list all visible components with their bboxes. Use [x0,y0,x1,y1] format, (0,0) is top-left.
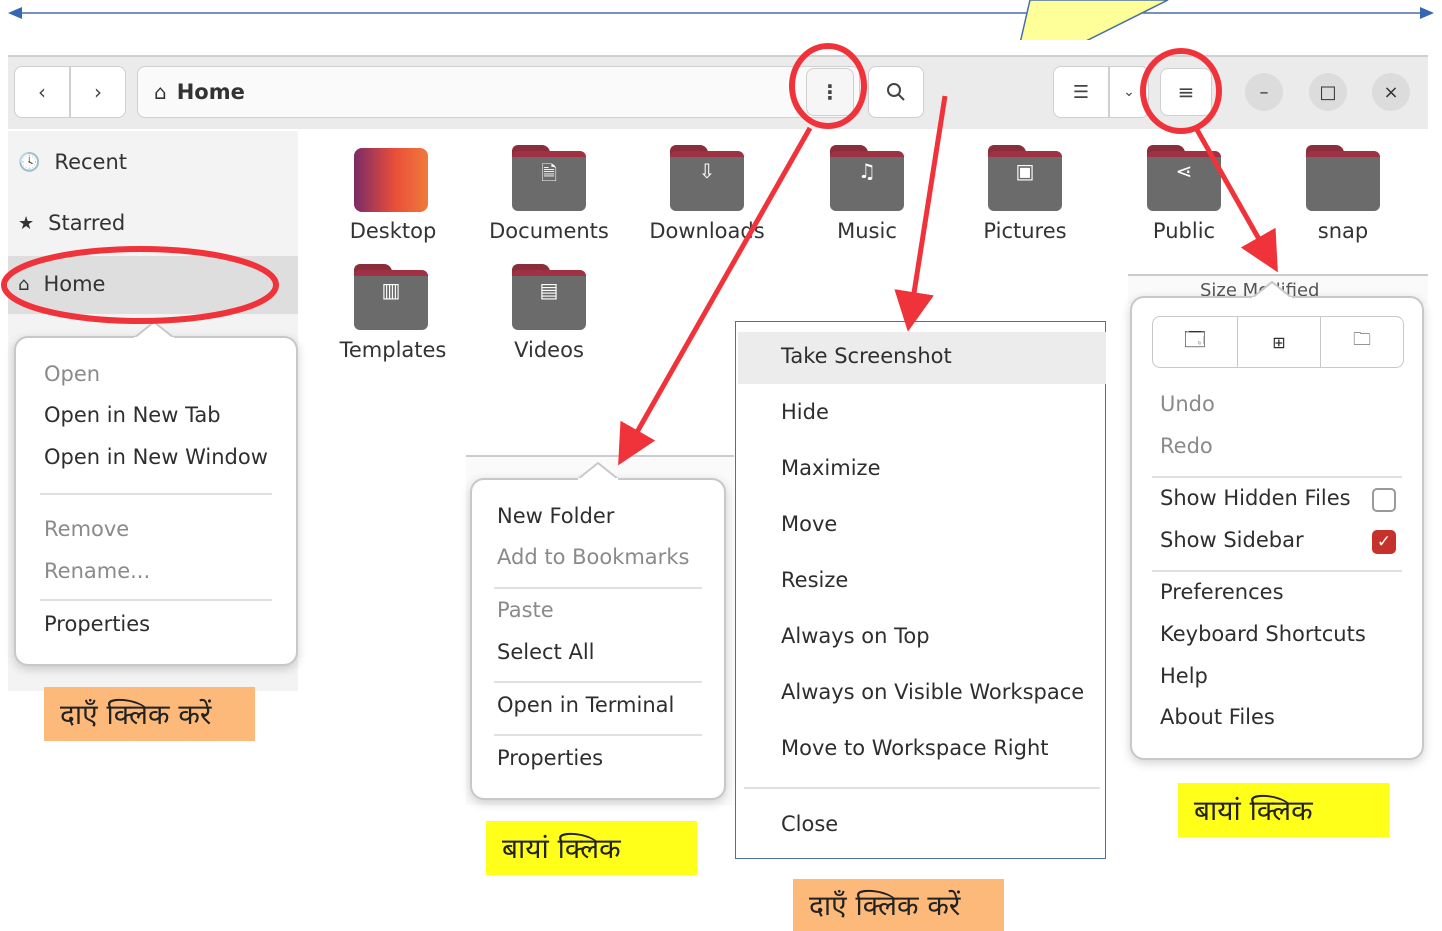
menu-item-preferences[interactable]: Preferences [1160,580,1284,604]
new-tab-icon: ⊞ [1272,332,1286,352]
film-icon: ▤ [539,278,559,302]
new-folder-icon: 🗀 [1353,329,1371,350]
file-item-videos[interactable]: ▤ Videos [474,264,624,374]
share-icon: ⋖ [1175,159,1193,183]
menu-separator [40,493,272,495]
picture-icon: ▣ [1015,159,1035,183]
download-icon: ⇩ [698,159,716,183]
menu-separator [494,681,702,683]
clock-icon: 🕓 [18,151,41,173]
note-right-click-titlebar: दाएँ क्लिक करें [793,879,1004,931]
show-hidden-files-checkbox[interactable] [1372,488,1396,512]
menu-item-move-workspace-right[interactable]: Move to Workspace Right [781,736,1049,760]
menu-item-open[interactable]: Open [44,362,100,386]
more-options-button[interactable]: ⋮ [806,68,854,116]
menu-item-always-on-top[interactable]: Always on Top [781,624,930,648]
menu-item-properties[interactable]: Properties [44,612,150,636]
view-toggle-button[interactable]: ☰ [1053,66,1109,118]
menu-item-new-folder[interactable]: New Folder [497,504,614,528]
popover-arrow [134,320,174,340]
new-tab-button[interactable]: ⊞ [1237,316,1321,368]
menu-item-about-files[interactable]: About Files [1160,705,1275,729]
menu-separator [1152,476,1402,478]
menu-item-always-visible-workspace[interactable]: Always on Visible Workspace [781,680,1084,704]
new-folder-button[interactable]: 🗀 [1320,316,1404,368]
menu-item-open-terminal[interactable]: Open in Terminal [497,693,674,717]
note-right-click-sidebar: दाएँ क्लिक करें [44,687,255,741]
hamburger-menu-icon: ≡ [1177,80,1195,104]
file-item-snap[interactable]: snap [1268,145,1418,255]
maximize-button[interactable]: □ [1309,73,1347,111]
file-item-music[interactable]: ♫ Music [792,145,942,255]
menu-item-remove[interactable]: Remove [44,517,129,541]
template-icon: ▥ [381,278,401,302]
search-icon [887,83,905,101]
menu-item-help[interactable]: Help [1160,664,1208,688]
file-item-documents[interactable]: 🗎 Documents [474,145,624,255]
show-sidebar-checkbox[interactable]: ✓ [1372,530,1396,554]
menu-separator [1152,570,1402,572]
file-item-desktop[interactable]: Desktop [318,145,468,255]
sidebar-item-recent[interactable]: 🕓 Recent [18,150,127,174]
chevron-left-icon: ‹ [38,80,46,104]
menu-item-paste[interactable]: Paste [497,598,554,622]
menu-item-open-new-window[interactable]: Open in New Window [44,445,268,469]
menu-item-rename[interactable]: Rename... [44,559,150,583]
document-icon: 🗎 [540,161,558,185]
popover-arrow [1252,280,1292,300]
back-button[interactable]: ‹ [14,66,70,118]
menu-item-show-hidden-files[interactable]: Show Hidden Files [1160,486,1351,510]
menu-item-properties[interactable]: Properties [497,746,603,770]
home-icon: ⌂ [18,273,30,295]
menu-item-add-bookmarks[interactable]: Add to Bookmarks [497,545,689,569]
list-view-icon: ☰ [1072,81,1090,103]
desktop-folder-icon [354,148,428,212]
star-icon: ★ [18,212,35,234]
menu-item-open-new-tab[interactable]: Open in New Tab [44,403,221,427]
menu-item-redo[interactable]: Redo [1160,434,1213,458]
file-item-downloads[interactable]: ⇩ Downloads [632,145,782,255]
note-left-click-menu: बायां क्लिक [1178,783,1389,837]
width-arrow [8,0,1434,40]
file-item-pictures[interactable]: ▣ Pictures [950,145,1100,255]
file-item-public[interactable]: ⋖ Public [1109,145,1259,255]
new-window-icon: 🗔 [1184,327,1206,351]
forward-button[interactable]: › [70,66,126,118]
menu-item-undo[interactable]: Undo [1160,392,1215,416]
menu-item-resize[interactable]: Resize [781,568,848,592]
new-window-button[interactable]: 🗔 [1152,316,1238,368]
chevron-right-icon: › [94,80,102,104]
close-window-button[interactable]: × [1372,73,1410,111]
path-bar[interactable]: ⌂ Home [137,66,860,118]
popover-arrow [578,461,618,481]
main-menu-button[interactable]: ≡ [1160,68,1212,116]
menu-separator [494,587,702,589]
home-icon: ⌂ [154,80,167,104]
menu-item-move[interactable]: Move [781,512,837,536]
menu-item-select-all[interactable]: Select All [497,640,595,664]
menu-item-take-screenshot[interactable]: Take Screenshot [781,344,952,368]
menu-item-maximize[interactable]: Maximize [781,456,880,480]
menu-item-keyboard-shortcuts[interactable]: Keyboard Shortcuts [1160,622,1366,646]
menu-separator [744,787,1100,789]
menu-item-close[interactable]: Close [781,812,838,836]
music-note-icon: ♫ [858,159,876,183]
menu-item-hide[interactable]: Hide [781,400,829,424]
window-context-menu: Take Screenshot Hide Maximize Move Resiz… [735,321,1106,859]
note-left-click-folder: बायां क्लिक [486,821,697,875]
sidebar-item-home[interactable]: ⌂ Home [18,272,105,296]
folder-icon [1306,145,1380,211]
view-options-button[interactable]: ⌄ [1109,66,1149,118]
path-label: Home [176,80,245,104]
file-item-templates[interactable]: ▥ Templates [318,264,468,374]
minimize-button[interactable]: – [1245,73,1283,111]
menu-separator [40,599,272,601]
sidebar-item-starred[interactable]: ★ Starred [18,211,125,235]
menu-separator [494,734,702,736]
checkmark-icon: ✓ [1376,532,1392,552]
search-button[interactable] [868,66,924,118]
chevron-down-icon: ⌄ [1123,84,1135,100]
kebab-vertical-icon: ⋮ [820,80,840,104]
menu-item-show-sidebar[interactable]: Show Sidebar [1160,528,1304,552]
